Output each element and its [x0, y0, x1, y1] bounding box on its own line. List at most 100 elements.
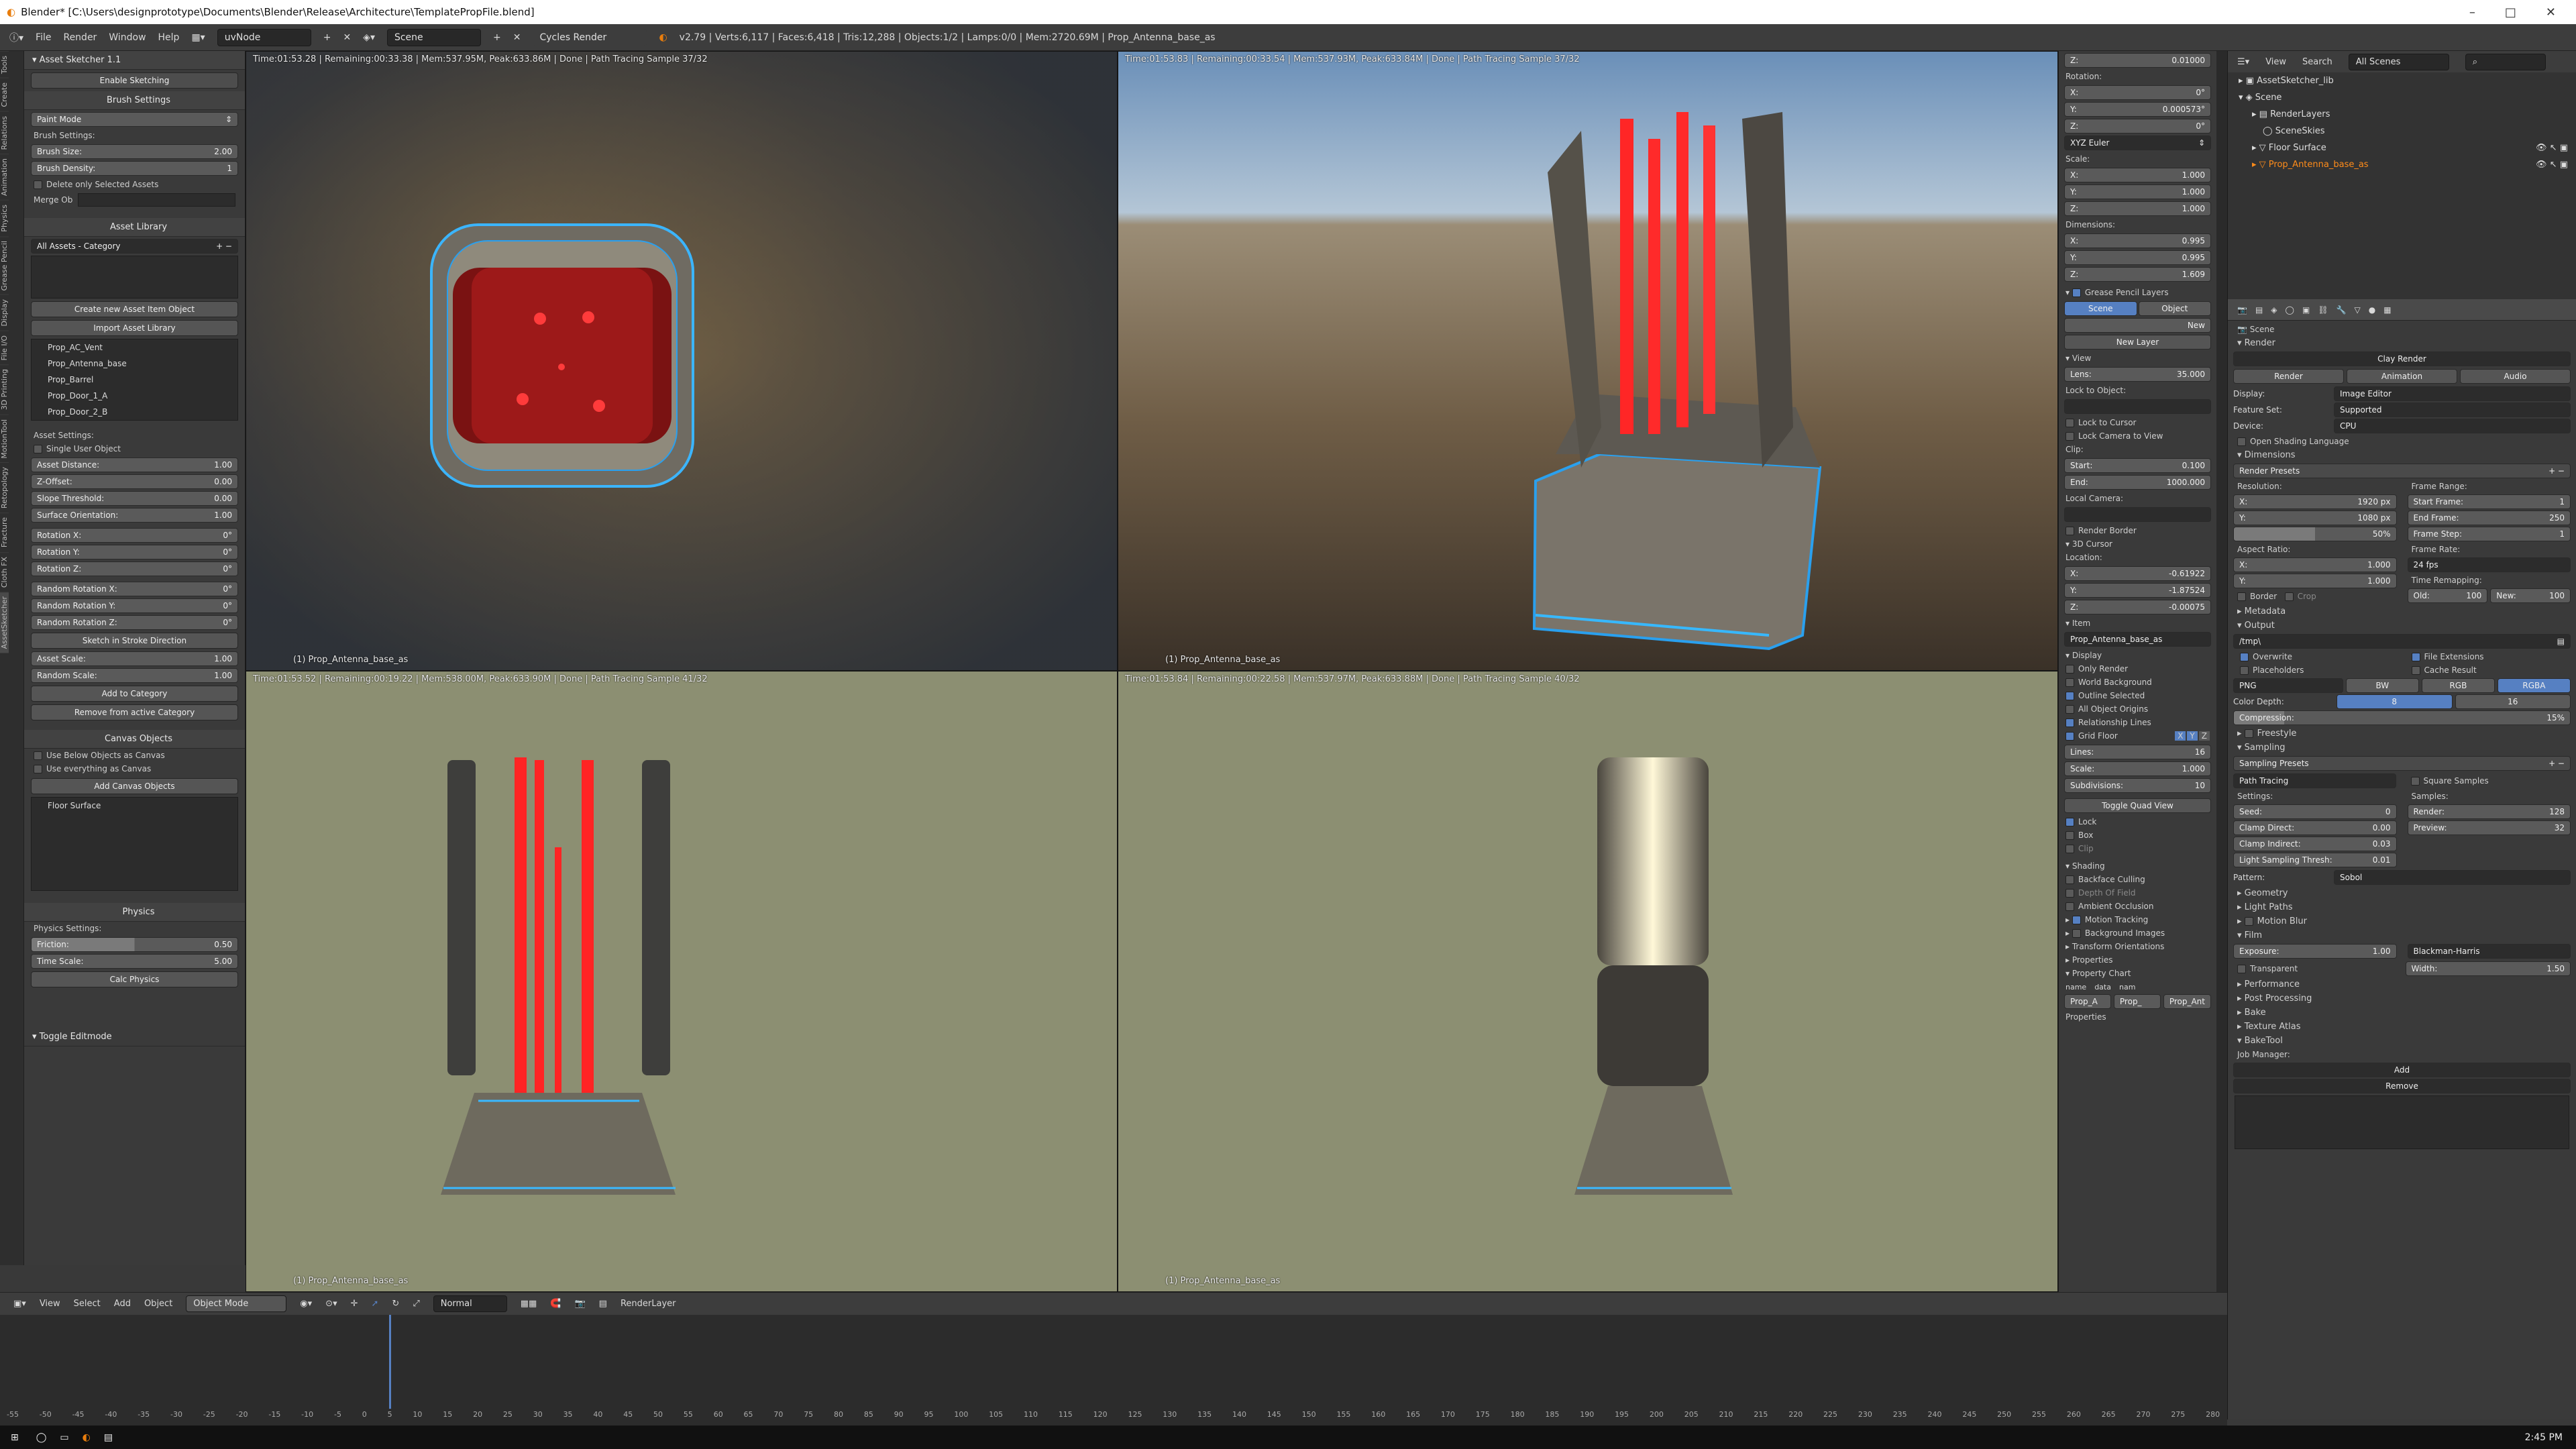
screen-layout-icon[interactable]: ▦▾ [191, 32, 205, 43]
outline-selected-checkbox[interactable]: Outline Selected [2059, 689, 2216, 702]
display-select[interactable]: Image Editor [2334, 386, 2571, 401]
menu-select[interactable]: Select [74, 1299, 101, 1309]
menu-object[interactable]: Object [144, 1299, 172, 1309]
color-rgb-button[interactable]: RGB [2421, 678, 2495, 693]
sketch-stroke-direction-toggle[interactable]: Sketch in Stroke Direction [31, 633, 238, 649]
feature-set-select[interactable]: Supported [2334, 402, 2571, 417]
grid-subdivisions-field[interactable]: Subdivisions: 10 [2064, 778, 2211, 793]
lock-camera-checkbox[interactable]: Lock Camera to View [2059, 429, 2216, 443]
data-context-icon[interactable]: ▽ [2355, 305, 2361, 315]
rotation-x-field[interactable]: X: 0° [2064, 85, 2211, 100]
depth-of-field-checkbox[interactable]: Depth Of Field [2059, 886, 2216, 900]
task-view-icon[interactable]: ▭ [53, 1432, 75, 1443]
file-extensions-checkbox[interactable]: File Extensions [2402, 650, 2574, 663]
tab-file-io[interactable]: File I/O [0, 330, 9, 365]
brush-density-field[interactable]: Brush Density: 1 [31, 161, 238, 176]
texture-atlas-panel-header[interactable]: ▸ Texture Atlas [2228, 1020, 2576, 1034]
sampling-panel-header[interactable]: ▾ Sampling [2228, 741, 2576, 755]
surface-orientation-field[interactable]: Surface Orientation: 1.00 [31, 508, 238, 523]
cursor-x-field[interactable]: X: -0.61922 [2064, 566, 2211, 581]
outliner-search-input[interactable]: ⌕ [2465, 53, 2546, 70]
lock-object-field[interactable] [2064, 399, 2211, 414]
seed-field[interactable]: Seed: 0 [2233, 804, 2397, 819]
scale-z-field[interactable]: Z: 1.000 [2064, 201, 2211, 216]
location-z-field[interactable]: Z: 0.01000 [2064, 53, 2211, 68]
lock-cursor-checkbox[interactable]: Lock to Cursor [2059, 416, 2216, 429]
shelf-scrollbar[interactable] [2216, 51, 2227, 1292]
tab-cloth-fx[interactable]: Cloth FX [0, 551, 9, 592]
backface-culling-checkbox[interactable]: Backface Culling [2059, 873, 2216, 886]
square-samples-checkbox[interactable]: Square Samples [2402, 774, 2571, 788]
canvas-objects-header[interactable]: Canvas Objects [24, 730, 245, 749]
baketool-panel-header[interactable]: ▾ BakeTool [2228, 1034, 2576, 1048]
filter-type-select[interactable]: Blackman-Harris [2407, 944, 2571, 959]
remove-scene-button[interactable]: ✕ [513, 32, 521, 43]
add-screen-button[interactable]: + [323, 32, 331, 43]
viewport-top[interactable]: Time:01:53.28 | Remaining:00:33.38 | Mem… [246, 51, 1118, 671]
grid-axis-x[interactable]: X [2175, 731, 2186, 741]
properties-panel[interactable]: ▸ Properties [2059, 953, 2216, 967]
grid-scale-field[interactable]: Scale: 1.000 [2064, 761, 2211, 776]
integrator-select[interactable]: Path Tracing [2233, 773, 2396, 788]
freestyle-panel-header[interactable]: ▸ Freestyle [2228, 727, 2576, 741]
dimension-z-field[interactable]: Z: 1.609 [2064, 267, 2211, 282]
time-remap-old-field[interactable]: Old: 100 [2407, 588, 2488, 603]
rotation-z-field[interactable]: Z: 0° [2064, 119, 2211, 133]
render-icon[interactable]: 📷 [574, 1299, 585, 1309]
tab-3d-printing[interactable]: 3D Printing [0, 364, 9, 415]
overwrite-checkbox[interactable]: Overwrite [2231, 650, 2402, 663]
remove-from-category-button[interactable]: Remove from active Category [31, 704, 238, 720]
transform-orientations-panel[interactable]: ▸ Transform Orientations [2059, 940, 2216, 953]
depth-8-button[interactable]: 8 [2337, 694, 2453, 709]
add-canvas-objects-button[interactable]: Add Canvas Objects [31, 778, 238, 794]
filter-width-field[interactable]: Width: 1.50 [2405, 961, 2571, 976]
rotation-mode-select[interactable]: XYZ Euler ⇕ [2064, 136, 2211, 150]
shading-mode-icon[interactable]: ◉▾ [300, 1299, 312, 1309]
file-format-select[interactable]: PNG [2233, 678, 2343, 693]
frame-step-field[interactable]: Frame Step: 1 [2407, 527, 2571, 541]
editor-type-icon[interactable]: ⓘ▾ [9, 31, 23, 44]
placeholders-checkbox[interactable]: Placeholders [2231, 663, 2402, 677]
import-asset-library-button[interactable]: Import Asset Library [31, 320, 238, 336]
relationship-lines-checkbox[interactable]: Relationship Lines [2059, 716, 2216, 729]
visibility-eye-icon[interactable]: 👁 ↖ ▣ [2536, 160, 2576, 170]
folder-icon[interactable]: ▤ [2557, 637, 2565, 646]
list-item[interactable]: Prop_Antenna_base [32, 356, 237, 372]
material-context-icon[interactable]: ● [2369, 305, 2375, 315]
gp-tab-scene[interactable]: Scene [2064, 301, 2137, 316]
scale-x-field[interactable]: X: 1.000 [2064, 168, 2211, 182]
folder-icon[interactable]: ▤ [97, 1432, 119, 1443]
display-header[interactable]: ▾ Display [2059, 649, 2216, 662]
output-panel-header[interactable]: ▾ Output [2228, 619, 2576, 633]
only-render-checkbox[interactable]: Only Render [2059, 662, 2216, 676]
motion-blur-panel-header[interactable]: ▸ Motion Blur [2228, 914, 2576, 928]
list-item[interactable]: Prop_Barrel [32, 372, 237, 388]
view-header[interactable]: ▾ View [2059, 352, 2216, 365]
rotation-y-field[interactable]: Rotation Y: 0° [31, 545, 238, 559]
menu-help[interactable]: Help [158, 32, 180, 43]
scene-icon[interactable]: ◈▾ [363, 32, 375, 43]
grease-pencil-header[interactable]: ▾ Grease Pencil Layers [2059, 286, 2216, 299]
light-paths-panel-header[interactable]: ▸ Light Paths [2228, 900, 2576, 914]
add-scene-button[interactable]: + [493, 32, 501, 43]
create-asset-item-button[interactable]: Create new Asset Item Object [31, 301, 238, 317]
outliner-display-mode[interactable]: All Scenes [2348, 53, 2449, 70]
asset-distance-field[interactable]: Asset Distance: 1.00 [31, 458, 238, 472]
editor-type-3d-icon[interactable]: ▣▾ [13, 1299, 26, 1309]
scene-field[interactable]: Scene [386, 28, 481, 46]
gp-tab-object[interactable]: Object [2138, 301, 2211, 316]
motion-tracking-panel[interactable]: ▸ Motion Tracking [2059, 913, 2216, 926]
aspect-y-field[interactable]: Y: 1.000 [2233, 574, 2397, 588]
device-select[interactable]: CPU [2334, 419, 2571, 433]
scale-y-field[interactable]: Y: 1.000 [2064, 184, 2211, 199]
job-remove-button[interactable]: Remove [2233, 1079, 2571, 1093]
outliner-item-floor[interactable]: ▸ ▽ Floor Surface 👁 ↖ ▣ [2228, 140, 2576, 156]
render-presets-select[interactable]: Render Presets + − [2233, 464, 2571, 478]
brush-size-field[interactable]: Brush Size: 2.00 [31, 144, 238, 159]
asset-library-header[interactable]: Asset Library [24, 218, 245, 237]
world-context-icon[interactable]: ◯ [2286, 305, 2294, 315]
all-object-origins-checkbox[interactable]: All Object Origins [2059, 702, 2216, 716]
cursor-z-field[interactable]: Z: -0.00075 [2064, 600, 2211, 614]
post-processing-panel-header[interactable]: ▸ Post Processing [2228, 991, 2576, 1006]
asset-scale-field[interactable]: Asset Scale: 1.00 [31, 651, 238, 666]
